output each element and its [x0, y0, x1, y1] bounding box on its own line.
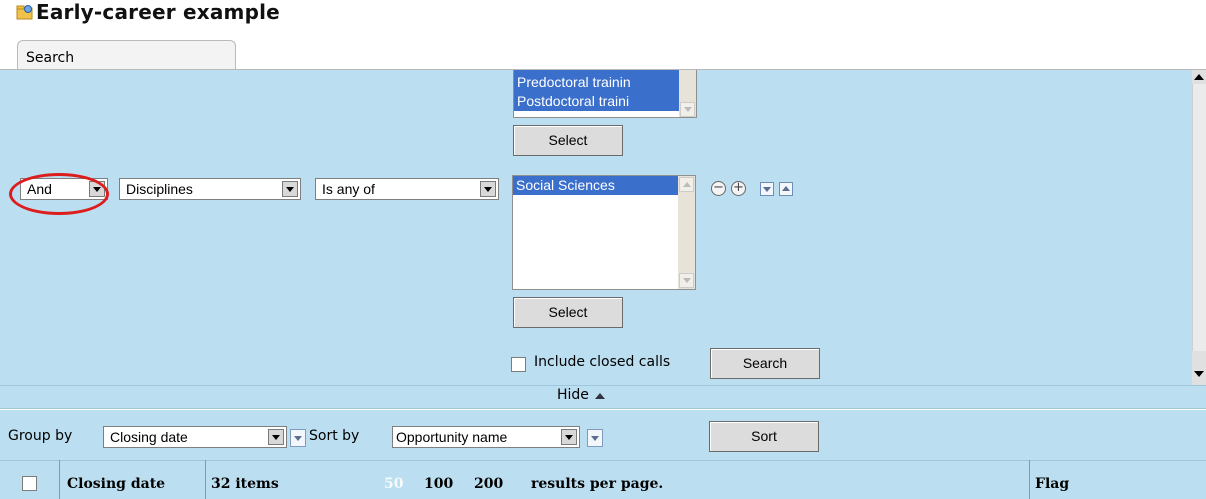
page-title: Early-career example [36, 0, 280, 24]
sort-by-select[interactable]: Opportunity name [392, 426, 580, 448]
scroll-up-icon[interactable] [679, 177, 694, 192]
page-size-option-200[interactable]: 200 [474, 476, 503, 492]
chevron-down-icon[interactable] [282, 181, 298, 197]
group-order-toggle-icon[interactable] [290, 429, 306, 447]
search-button[interactable]: Search [710, 348, 820, 379]
page-size-suffix: results per page. [531, 476, 664, 492]
sort-button[interactable]: Sort [709, 421, 819, 452]
career-stage-listbox[interactable]: Predoctoral trainin Postdoctoral traini [513, 70, 697, 118]
listbox-scrollbar[interactable] [678, 176, 695, 289]
move-down-icon[interactable] [760, 182, 774, 196]
scroll-up-icon[interactable] [1194, 74, 1204, 80]
remove-criterion-icon[interactable]: − [711, 181, 726, 196]
scroll-down-icon[interactable] [679, 273, 694, 288]
scroll-down-icon[interactable] [1194, 371, 1204, 377]
hide-toggle[interactable]: Hide [557, 387, 589, 403]
column-divider [205, 460, 206, 499]
group-by-label: Group by [8, 428, 73, 444]
career-stage-select-button[interactable]: Select [513, 125, 623, 156]
disciplines-listbox[interactable]: Social Sciences [512, 175, 696, 290]
highlight-annotation [9, 173, 109, 215]
move-up-icon[interactable] [779, 182, 793, 196]
chevron-down-icon[interactable] [480, 181, 496, 197]
column-divider [59, 460, 60, 499]
caret-up-icon[interactable] [595, 393, 605, 399]
sort-by-label: Sort by [309, 428, 360, 444]
field-select[interactable]: Disciplines [119, 178, 301, 200]
sort-by-value: Opportunity name [396, 429, 508, 445]
folder-search-icon [16, 5, 33, 20]
scrollbar-thumb[interactable] [1192, 84, 1206, 351]
field-value: Disciplines [126, 181, 193, 197]
page-size-option-100[interactable]: 100 [424, 476, 453, 492]
list-option[interactable]: Predoctoral trainin [514, 73, 696, 92]
group-by-value: Closing date [110, 429, 188, 445]
chevron-down-icon[interactable] [268, 429, 284, 445]
items-count: 32 items [211, 476, 279, 492]
page-size-option-50[interactable]: 50 [384, 476, 403, 492]
include-closed-checkbox[interactable] [511, 357, 526, 372]
list-option[interactable]: Social Sciences [513, 176, 678, 195]
search-panel: Predoctoral trainin Postdoctoral traini … [0, 70, 1192, 385]
panel-scrollbar[interactable] [1192, 70, 1206, 385]
group-by-select[interactable]: Closing date [103, 426, 287, 448]
include-closed-label: Include closed calls [534, 354, 671, 370]
closing-date-column-header[interactable]: Closing date [67, 476, 165, 492]
tab-search[interactable]: Search [17, 40, 236, 70]
add-criterion-icon[interactable]: + [731, 181, 746, 196]
operator-value: Is any of [322, 181, 375, 197]
listbox-scrollbar[interactable] [679, 70, 696, 117]
sort-order-toggle-icon[interactable] [587, 429, 603, 447]
column-divider [1029, 460, 1030, 499]
operator-select[interactable]: Is any of [315, 178, 499, 200]
chevron-down-icon[interactable] [561, 429, 577, 445]
flag-column-header[interactable]: Flag [1035, 476, 1069, 492]
scroll-down-icon[interactable] [680, 102, 695, 117]
select-all-checkbox[interactable] [22, 476, 37, 491]
list-option[interactable]: Postdoctoral traini [514, 92, 696, 111]
disciplines-select-button[interactable]: Select [513, 297, 623, 328]
